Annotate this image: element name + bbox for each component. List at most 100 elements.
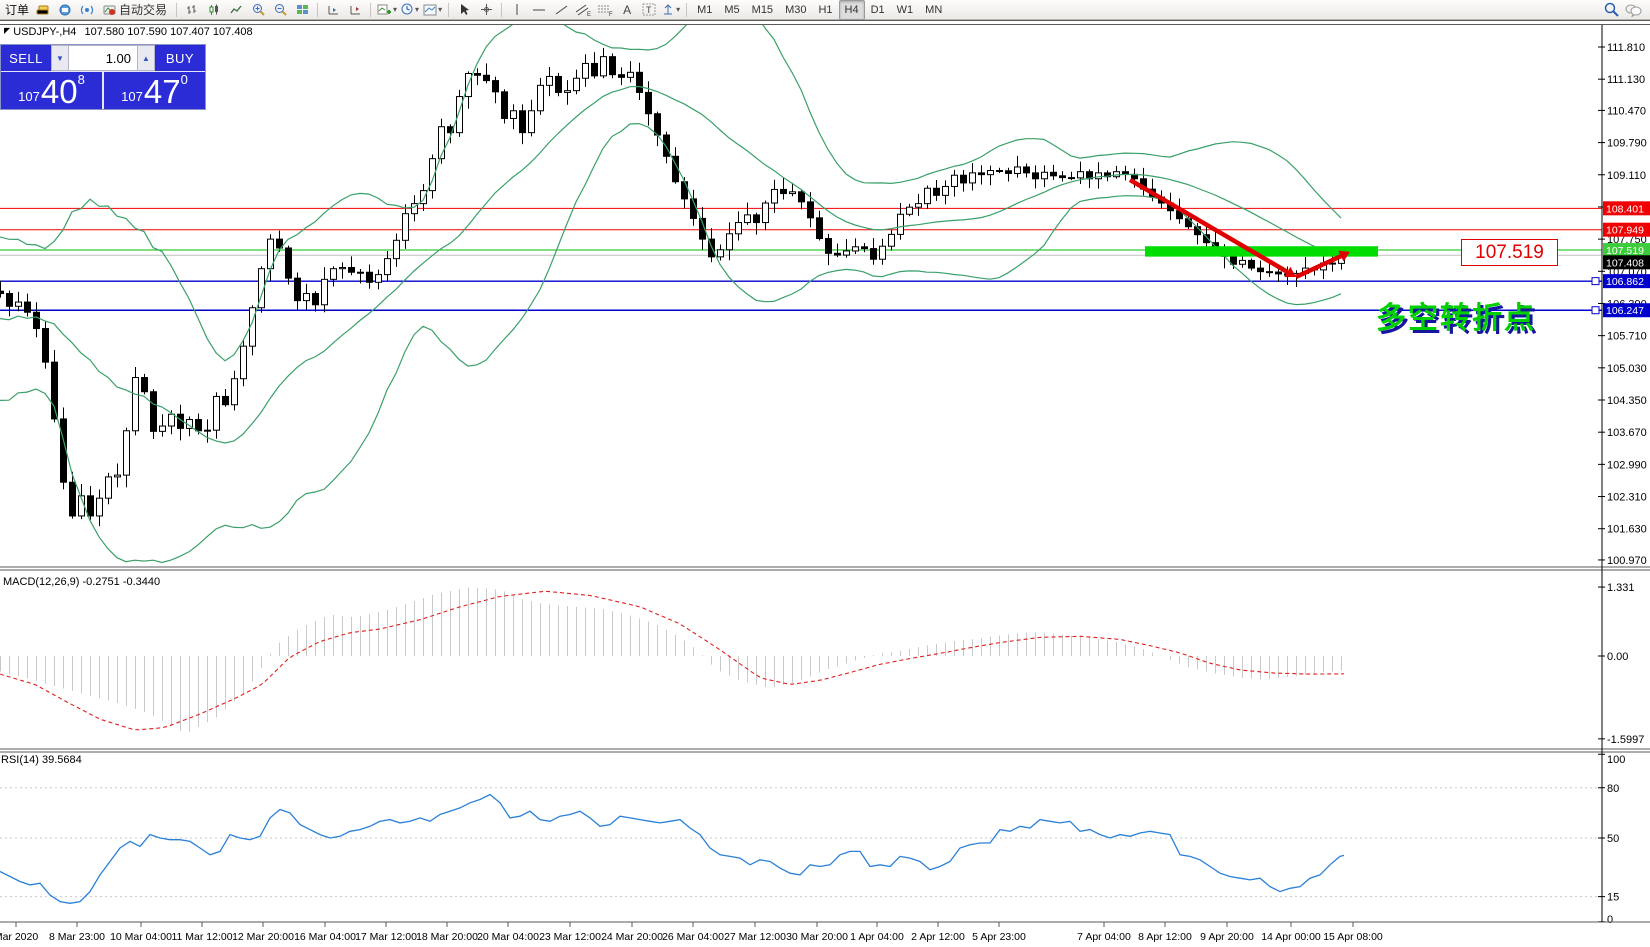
timeframe-button-M15[interactable]: M15	[746, 0, 779, 20]
timeframe-button-M5[interactable]: M5	[718, 0, 745, 20]
svg-text:-1.5997: -1.5997	[1607, 734, 1644, 746]
price-callout-box[interactable]: 107.519	[1461, 239, 1558, 266]
time-axis-label: 30 Mar 20:00	[786, 931, 848, 943]
toolbar-separator	[0, 20, 1650, 25]
zoom-in-icon[interactable]	[248, 1, 268, 19]
timeframe-button-W1[interactable]: W1	[891, 0, 920, 20]
auto-trading-label: 自动交易	[119, 1, 167, 18]
chart-canvas[interactable]: 111.810111.130110.470109.790109.110108.4…	[0, 0, 1650, 947]
chart-shift-icon[interactable]	[345, 1, 365, 19]
svg-text:15: 15	[1607, 892, 1619, 904]
label-tool-icon[interactable]: T	[639, 1, 659, 19]
svg-text:109.110: 109.110	[1607, 170, 1646, 182]
volume-increase-button[interactable]: ▲	[137, 45, 155, 71]
vertical-line-tool-icon[interactable]	[507, 1, 527, 19]
rsi-pane: 1008050150RSI(14) 39.5684	[0, 754, 1625, 926]
time-axis-label: 18 Mar 20:00	[416, 931, 478, 943]
svg-text:0: 0	[1607, 914, 1613, 926]
trendline-tool-icon[interactable]	[551, 1, 571, 19]
svg-text:105.710: 105.710	[1607, 331, 1647, 343]
gold-bars-icon	[36, 4, 50, 16]
time-axis-label: 8 Apr 12:00	[1138, 931, 1192, 943]
rsi-line	[0, 795, 1344, 904]
tile-windows-icon[interactable]	[292, 1, 312, 19]
templates-icon[interactable]: ▾	[422, 1, 443, 19]
trend-arrow-1[interactable]	[1130, 180, 1287, 272]
time-axis-label: 26 Mar 04:00	[662, 931, 724, 943]
auto-scroll-icon[interactable]	[323, 1, 343, 19]
bar-chart-icon[interactable]	[182, 1, 202, 19]
timeframe-button-M30[interactable]: M30	[779, 0, 812, 20]
text-tool-icon[interactable]: A	[617, 1, 637, 19]
time-axis-label: 8 Mar 23:00	[49, 931, 105, 943]
dropdown-arrow-icon: ▾	[438, 5, 442, 14]
new-order-icon[interactable]	[33, 1, 53, 19]
time-axis-label: 1 Apr 04:00	[850, 931, 904, 943]
zoom-out-icon[interactable]	[270, 1, 290, 19]
svg-text:111.130: 111.130	[1607, 74, 1645, 86]
svg-text:107.408: 107.408	[1606, 257, 1644, 269]
sell-button[interactable]: SELL	[1, 45, 51, 71]
time-axis-label: 5 Apr 23:00	[972, 931, 1026, 943]
svg-text:105.030: 105.030	[1607, 363, 1647, 375]
chinese-annotation-text[interactable]: 多空转折点	[1376, 293, 1536, 337]
time-axis-label: 14 Apr 00:00	[1261, 931, 1321, 943]
arrows-tool-icon[interactable]: ▾	[661, 1, 681, 19]
macd-signal-line	[0, 591, 1344, 730]
time-axis-label: Mar 2020	[0, 931, 38, 943]
buy-price-big: 47	[144, 77, 181, 107]
bollinger-lower-band	[0, 124, 1341, 563]
time-axis-label: 7 Apr 04:00	[1077, 931, 1131, 943]
time-axis-label: 27 Mar 12:00	[724, 931, 786, 943]
buy-price-prefix: 107	[121, 87, 143, 107]
timeframe-button-D1[interactable]: D1	[865, 0, 891, 20]
fibonacci-tool-icon[interactable]: F	[595, 1, 615, 19]
timeframe-toolbar: M1M5M15M30H1H4D1W1MN	[691, 0, 948, 20]
timeframe-button-H4[interactable]: H4	[839, 0, 865, 20]
svg-text:103.670: 103.670	[1607, 427, 1647, 439]
volume-input[interactable]: 1.00	[69, 45, 137, 71]
dropdown-arrow-icon: ▾	[676, 5, 680, 14]
chart-ohlc-values: 107.580 107.590 107.407 107.408	[84, 26, 252, 38]
line-handle[interactable]	[1592, 307, 1599, 314]
periods-icon[interactable]: ▾	[400, 1, 420, 19]
buy-price-display[interactable]: 107 47 0	[104, 72, 205, 109]
sell-price-prefix: 107	[18, 87, 40, 107]
dropdown-arrow-icon: ▾	[393, 5, 397, 14]
svg-text:80: 80	[1607, 783, 1619, 795]
community-icon[interactable]	[55, 1, 75, 19]
timeframe-button-MN[interactable]: MN	[919, 0, 948, 20]
horizontal-line-tool-icon[interactable]	[529, 1, 549, 19]
sell-price-display[interactable]: 107 40 8	[1, 72, 104, 109]
broadcast-icon[interactable]	[77, 1, 97, 19]
svg-text:107.949: 107.949	[1606, 225, 1644, 237]
volume-decrease-button[interactable]: ▼	[51, 45, 69, 71]
candlestick-chart-icon[interactable]	[204, 1, 224, 19]
time-axis-label: 15 Apr 08:00	[1323, 931, 1383, 943]
dropdown-arrow-icon: ▾	[415, 5, 419, 14]
chat-icon[interactable]	[1623, 1, 1643, 19]
line-handle[interactable]	[1592, 278, 1599, 285]
time-axis-label: 2 Apr 12:00	[911, 931, 965, 943]
time-axis-label: 10 Mar 04:00	[110, 931, 172, 943]
timeframe-button-H1[interactable]: H1	[812, 0, 838, 20]
auto-trading-button[interactable]: 自动交易	[99, 1, 171, 19]
trend-arrow-2[interactable]	[1296, 256, 1341, 277]
rsi-indicator-label: RSI(14) 39.5684	[1, 754, 82, 766]
svg-text:50: 50	[1607, 833, 1619, 845]
svg-text:100.970: 100.970	[1607, 555, 1647, 567]
indicators-icon[interactable]: ▾	[376, 1, 398, 19]
crosshair-icon[interactable]	[476, 1, 496, 19]
time-axis[interactable]: Mar 20208 Mar 23:0010 Mar 04:0011 Mar 12…	[0, 922, 1383, 943]
buy-button[interactable]: BUY	[155, 45, 205, 71]
auto-trading-icon	[103, 4, 116, 16]
new-order-button[interactable]: 订单	[5, 1, 29, 18]
time-axis-label: 16 Mar 04:00	[294, 931, 356, 943]
line-chart-icon[interactable]	[226, 1, 246, 19]
pane-borders	[0, 22, 1650, 922]
timeframe-button-M1[interactable]: M1	[691, 0, 718, 20]
channel-tool-icon[interactable]: E	[573, 1, 593, 19]
search-icon[interactable]	[1601, 1, 1621, 19]
cursor-icon[interactable]	[454, 1, 474, 19]
sell-price-big: 40	[41, 77, 78, 107]
